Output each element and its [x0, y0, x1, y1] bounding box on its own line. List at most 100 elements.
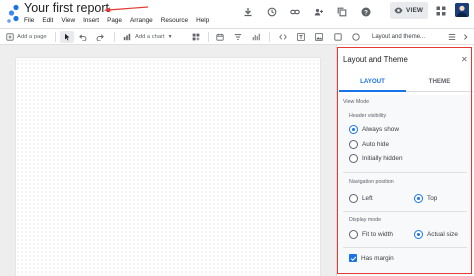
history-icon[interactable] [264, 4, 280, 20]
menu-file[interactable]: File [24, 15, 39, 27]
community-viz-button[interactable] [192, 31, 200, 43]
nav-top-label: Top [427, 195, 438, 202]
link-icon[interactable] [287, 4, 303, 20]
layout-and-theme-label: Layout and theme... [372, 34, 426, 40]
toolbar-divider [269, 32, 270, 42]
has-margin-checkbox[interactable]: Has margin [349, 254, 394, 262]
add-page-button[interactable]: Add a page [6, 31, 47, 43]
filter-control-button[interactable] [234, 31, 242, 43]
select-tool[interactable] [60, 31, 74, 43]
nav-top-radio[interactable]: Top [414, 194, 437, 203]
add-chart-icon [123, 33, 131, 41]
help-icon[interactable]: ? [358, 4, 374, 20]
menu-page[interactable]: Page [107, 15, 127, 27]
fit-to-width-label: Fit to width [362, 231, 393, 238]
menu-resource[interactable]: Resource [161, 15, 193, 27]
radio-unselected-icon [349, 194, 358, 203]
has-margin-label: Has margin [361, 254, 394, 262]
add-chart-label: Add a chart [135, 34, 165, 40]
radio-selected-icon [349, 125, 358, 134]
header-option-label: Always show [362, 126, 399, 133]
circle-icon [352, 33, 360, 41]
header-always-show-radio[interactable]: Always show [349, 125, 399, 134]
toolbar-divider [55, 32, 56, 42]
navigation-position-label: Navigation position [349, 179, 394, 185]
image-button[interactable] [315, 31, 323, 43]
svg-text:?: ? [364, 9, 368, 16]
eye-icon [394, 7, 403, 14]
code-icon [279, 34, 287, 40]
header-option-label: Initially hidden [362, 155, 403, 162]
redo-icon [96, 34, 104, 41]
circle-button[interactable] [352, 31, 360, 43]
layout-and-theme-panel: Layout and Theme ✕ LAYOUT THEME View Mod… [336, 45, 474, 276]
radio-unselected-icon [349, 154, 358, 163]
text-icon [297, 33, 305, 41]
view-button[interactable]: VIEW [390, 2, 428, 19]
toolbar-divider [208, 32, 209, 42]
layout-and-theme-button[interactable]: Layout and theme... [372, 31, 425, 43]
rectangle-icon [334, 33, 342, 41]
annotation-arrow-icon [104, 6, 149, 13]
radio-unselected-icon [349, 230, 358, 239]
redo-button[interactable] [96, 31, 104, 43]
avatar[interactable] [455, 3, 469, 17]
data-control-icon [252, 33, 260, 41]
text-button[interactable] [297, 31, 305, 43]
filter-icon [234, 34, 242, 40]
data-control-button[interactable] [252, 31, 260, 43]
cursor-icon [65, 33, 70, 41]
view-button-label: VIEW [406, 7, 424, 14]
divider [343, 211, 467, 212]
panel-toggle-icon [448, 34, 456, 40]
header-option-label: Auto hide [362, 141, 390, 148]
menu-insert[interactable]: Insert [83, 15, 104, 27]
toggle-panel-button[interactable] [448, 31, 456, 43]
top-icon-group: ? [240, 4, 381, 20]
undo-button[interactable] [79, 31, 87, 43]
display-mode-label: Display mode [349, 217, 382, 223]
layout-tab-content: View Mode Header visibility Always show … [337, 95, 473, 275]
header-initially-hidden-radio[interactable]: Initially hidden [349, 154, 403, 163]
menu-help[interactable]: Help [196, 15, 214, 27]
menu-arrange[interactable]: Arrange [130, 15, 158, 27]
radio-selected-icon [414, 194, 423, 203]
expand-panel-button[interactable] [462, 31, 470, 43]
header-auto-hide-radio[interactable]: Auto hide [349, 140, 389, 149]
fit-to-width-radio[interactable]: Fit to width [349, 230, 393, 239]
share-icon[interactable] [311, 4, 327, 20]
view-mode-heading: View Mode [343, 99, 370, 105]
close-icon[interactable]: ✕ [461, 55, 468, 64]
panel-title: Layout and Theme [343, 55, 408, 64]
checkbox-checked-icon [349, 254, 357, 262]
nav-left-radio[interactable]: Left [349, 194, 373, 203]
undo-icon [79, 34, 87, 41]
header-visibility-label: Header visibility [349, 113, 387, 119]
date-range-control-button[interactable] [216, 31, 224, 43]
tab-layout[interactable]: LAYOUT [339, 72, 406, 92]
actual-size-label: Actual size [427, 231, 458, 238]
report-title[interactable]: Your first report [24, 1, 109, 15]
menu-edit[interactable]: Edit [42, 15, 58, 27]
radio-unselected-icon [349, 140, 358, 149]
image-icon [315, 33, 323, 41]
copy-icon[interactable] [334, 4, 350, 20]
menu-view[interactable]: View [61, 15, 80, 27]
chevron-down-icon: ▼ [167, 34, 173, 40]
report-canvas-page[interactable] [16, 58, 320, 276]
add-chart-button[interactable]: Add a chart ▼ [123, 31, 173, 43]
actual-size-radio[interactable]: Actual size [414, 230, 458, 239]
url-embed-button[interactable] [279, 31, 287, 43]
data-studio-logo-icon[interactable] [6, 4, 20, 24]
download-icon[interactable] [240, 4, 256, 20]
apps-grid-icon[interactable] [436, 6, 446, 16]
toolbar-divider [114, 32, 115, 42]
tab-theme[interactable]: THEME [406, 72, 473, 92]
expand-icon [464, 34, 468, 40]
divider [343, 172, 467, 173]
rectangle-button[interactable] [334, 31, 342, 43]
add-page-icon [6, 33, 14, 41]
panel-tabs: LAYOUT THEME [339, 72, 473, 92]
add-page-label: Add a page [17, 34, 47, 40]
divider [343, 247, 467, 248]
